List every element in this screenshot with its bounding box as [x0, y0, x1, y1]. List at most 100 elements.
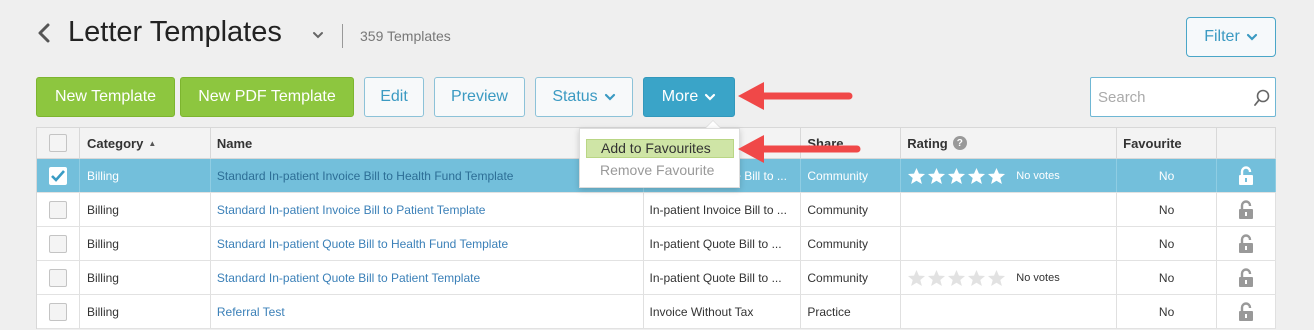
star-icon[interactable]: [927, 167, 946, 185]
new-template-label: New Template: [54, 88, 157, 105]
favourite-cell: No: [1117, 295, 1218, 328]
template-name-link[interactable]: Standard In-patient Quote Bill to Patien…: [217, 271, 480, 285]
table-row[interactable]: Billing Standard In-patient Quote Bill t…: [37, 261, 1276, 295]
new-pdf-template-label: New PDF Template: [198, 88, 336, 105]
unlock-icon[interactable]: [1238, 165, 1254, 186]
share-cell: Community: [801, 261, 902, 294]
chevron-down-icon: [1246, 33, 1257, 41]
help-icon[interactable]: ?: [952, 136, 967, 150]
name-cell: Standard In-patient Quote Bill to Patien…: [211, 261, 644, 294]
filter-button-label: Filter: [1204, 28, 1240, 45]
category-cell: Billing: [80, 193, 211, 226]
name-cell: Referral Test: [211, 295, 644, 328]
preview-label: Preview: [451, 88, 508, 105]
description-cell: In-patient Invoice Bill to ...: [644, 193, 802, 226]
table-row[interactable]: Billing Standard In-patient Quote Bill t…: [37, 227, 1276, 261]
star-icon[interactable]: [907, 269, 926, 287]
star-icon[interactable]: [947, 269, 966, 287]
table-row[interactable]: Billing Referral Test Invoice Without Ta…: [37, 295, 1276, 329]
column-name-label: Name: [216, 135, 253, 151]
star-icon[interactable]: [947, 167, 966, 185]
description-cell: In-patient Quote Bill to ...: [644, 227, 802, 260]
star-icon[interactable]: [927, 269, 946, 287]
page-title: Letter Templates: [68, 16, 282, 48]
column-category[interactable]: Category ▲: [80, 128, 211, 158]
votes-label: No votes: [1016, 271, 1060, 284]
rating-cell: [901, 295, 1118, 328]
description-cell: In-patient Quote Bill to ...: [644, 261, 802, 294]
select-all-cell: [37, 128, 80, 158]
more-label: More: [661, 88, 699, 105]
lock-cell: [1217, 227, 1276, 260]
preview-button[interactable]: Preview: [434, 77, 525, 117]
unlock-icon[interactable]: [1238, 199, 1254, 220]
column-rating[interactable]: Rating?: [901, 128, 1118, 158]
template-name-link[interactable]: Standard In-patient Invoice Bill to Heal…: [217, 169, 514, 183]
star-icon[interactable]: [987, 269, 1006, 287]
row-checkbox[interactable]: [48, 234, 67, 253]
column-favourite[interactable]: Favourite: [1117, 128, 1218, 158]
checkmark-icon: [51, 169, 65, 182]
rating-stars[interactable]: [907, 269, 1006, 287]
rating-cell: [901, 193, 1118, 226]
column-lock: [1217, 128, 1276, 158]
title-chevron-down-icon[interactable]: [312, 30, 324, 40]
lock-cell: [1217, 159, 1276, 192]
template-count: 359 Templates: [360, 28, 451, 44]
row-checkbox[interactable]: [48, 302, 67, 321]
search-input[interactable]: [1096, 88, 1246, 107]
status-label: Status: [552, 88, 598, 105]
annotation-arrow-icon: [738, 82, 853, 110]
favourite-cell: No: [1117, 193, 1218, 226]
menu-item-remove-favourite[interactable]: Remove Favourite: [600, 162, 714, 178]
row-select-cell: [37, 193, 80, 226]
row-checkbox[interactable]: [48, 166, 67, 185]
lock-cell: [1217, 295, 1276, 328]
row-select-cell: [37, 159, 80, 192]
unlock-icon[interactable]: [1238, 301, 1254, 322]
chevron-down-icon: [705, 93, 716, 101]
column-rating-label: Rating: [907, 135, 948, 151]
row-select-cell: [37, 227, 80, 260]
name-cell: Standard In-patient Quote Bill to Health…: [211, 227, 644, 260]
lock-cell: [1217, 261, 1276, 294]
table-row[interactable]: Billing Standard In-patient Invoice Bill…: [37, 193, 1276, 227]
row-select-cell: [37, 295, 80, 328]
row-checkbox[interactable]: [48, 200, 67, 219]
search-box[interactable]: [1090, 77, 1276, 117]
column-favourite-label: Favourite: [1123, 135, 1182, 151]
more-button[interactable]: More: [643, 77, 735, 117]
row-checkbox[interactable]: [48, 268, 67, 287]
search-icon[interactable]: [1253, 89, 1271, 107]
template-name-link[interactable]: Standard In-patient Invoice Bill to Pati…: [217, 203, 486, 217]
description-cell: Invoice Without Tax: [644, 295, 802, 328]
row-select-cell: [37, 261, 80, 294]
rating-stars[interactable]: [907, 167, 1006, 185]
star-icon[interactable]: [967, 269, 986, 287]
star-icon[interactable]: [907, 167, 926, 185]
star-icon[interactable]: [967, 167, 986, 185]
category-cell: Billing: [80, 159, 211, 192]
votes-label: No votes: [1016, 169, 1060, 182]
edit-button[interactable]: Edit: [364, 77, 424, 117]
new-template-button[interactable]: New Template: [36, 77, 175, 117]
favourite-cell: No: [1117, 159, 1218, 192]
column-category-label: Category: [86, 135, 144, 151]
more-dropdown-menu: Add to Favourites Remove Favourite: [579, 128, 740, 188]
share-cell: Community: [801, 193, 902, 226]
unlock-icon[interactable]: [1238, 233, 1254, 254]
sort-ascending-icon: ▲: [148, 138, 157, 148]
star-icon[interactable]: [987, 167, 1006, 185]
edit-label: Edit: [380, 88, 408, 105]
new-pdf-template-button[interactable]: New PDF Template: [180, 77, 354, 117]
share-cell: Community: [801, 227, 902, 260]
unlock-icon[interactable]: [1238, 267, 1254, 288]
menu-item-add-to-favourites[interactable]: Add to Favourites: [586, 139, 734, 158]
template-name-link[interactable]: Referral Test: [217, 305, 285, 319]
category-cell: Billing: [80, 227, 211, 260]
select-all-checkbox[interactable]: [48, 134, 67, 152]
filter-button[interactable]: Filter: [1186, 17, 1276, 57]
status-button[interactable]: Status: [535, 77, 633, 117]
template-name-link[interactable]: Standard In-patient Quote Bill to Health…: [217, 237, 508, 251]
back-chevron-icon[interactable]: [36, 22, 52, 44]
